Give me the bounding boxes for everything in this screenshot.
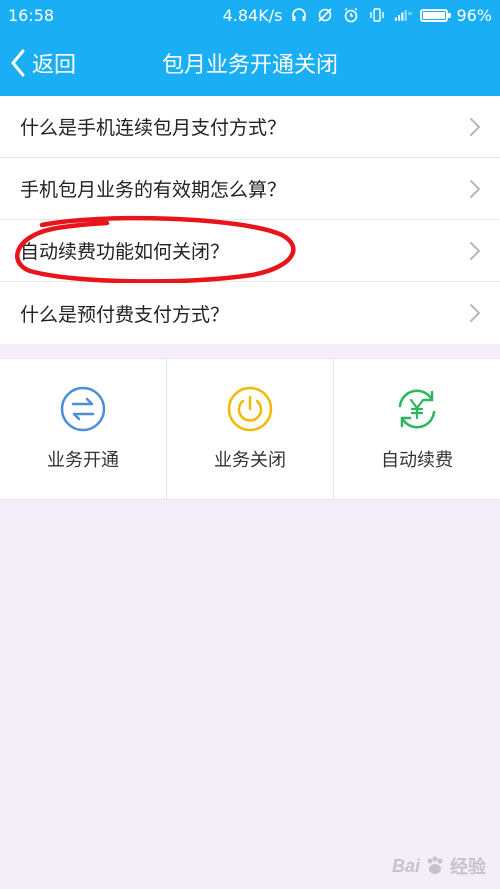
action-label: 业务开通	[47, 450, 119, 471]
status-time: 16:58	[8, 5, 55, 25]
status-icons: 4.84K/s 3G 96%	[223, 6, 492, 25]
chevron-right-icon	[468, 117, 482, 137]
back-button[interactable]: 返回	[10, 30, 76, 96]
yuan-refresh-icon	[394, 386, 440, 432]
alarm-icon	[342, 6, 360, 24]
watermark-site: 经验	[450, 857, 486, 878]
faq-item-label: 什么是预付费支付方式？	[20, 303, 230, 326]
faq-item-validity-period[interactable]: 手机包月业务的有效期怎么算？	[0, 158, 500, 220]
auto-renew-button[interactable]: 自动续费	[334, 359, 500, 499]
chevron-right-icon	[468, 303, 482, 323]
faq-item-label: 手机包月业务的有效期怎么算？	[20, 179, 287, 201]
signal-icon: 3G	[394, 6, 412, 24]
vibrate-icon	[368, 6, 386, 24]
headphones-icon	[290, 6, 308, 24]
svg-text:3G: 3G	[408, 11, 412, 17]
watermark-brand: Bai	[391, 855, 420, 876]
faq-item-continuous-monthly[interactable]: 什么是手机连续包月支付方式？	[0, 96, 500, 158]
watermark: Bai 经验	[392, 853, 486, 879]
paw-icon	[424, 855, 446, 877]
faq-item-label: 什么是手机连续包月支付方式？	[20, 117, 287, 139]
battery-fill	[423, 11, 445, 19]
nav-bar: 返回 包月业务开通关闭	[0, 30, 500, 96]
faq-item-label: 自动续费功能如何关闭？	[20, 241, 230, 263]
faq-list: 什么是手机连续包月支付方式？ 手机包月业务的有效期怎么算？ 自动续费功能如何关闭…	[0, 96, 500, 344]
service-close-button[interactable]: 业务关闭	[167, 359, 334, 499]
chevron-right-icon	[468, 241, 482, 261]
chevron-left-icon	[10, 49, 26, 77]
faq-item-disable-auto-renew[interactable]: 自动续费功能如何关闭？	[0, 220, 500, 282]
action-label: 业务关闭	[214, 450, 286, 471]
action-label: 自动续费	[381, 450, 453, 471]
action-grid: 业务开通 业务关闭 自动续费	[0, 358, 500, 500]
sync-off-icon	[316, 6, 334, 24]
network-speed: 4.84K/s	[222, 5, 283, 25]
swap-icon	[60, 386, 106, 432]
service-activate-button[interactable]: 业务开通	[0, 359, 167, 499]
chevron-right-icon	[468, 179, 482, 199]
battery-icon	[420, 8, 452, 22]
power-icon	[227, 386, 273, 432]
battery-percent: 96%	[456, 5, 492, 25]
status-bar: 16:58 4.84K/s 3G 96%	[0, 0, 500, 30]
faq-item-prepaid-payment[interactable]: 什么是预付费支付方式？	[0, 282, 500, 344]
section-spacer	[0, 344, 500, 358]
back-label: 返回	[32, 53, 77, 78]
